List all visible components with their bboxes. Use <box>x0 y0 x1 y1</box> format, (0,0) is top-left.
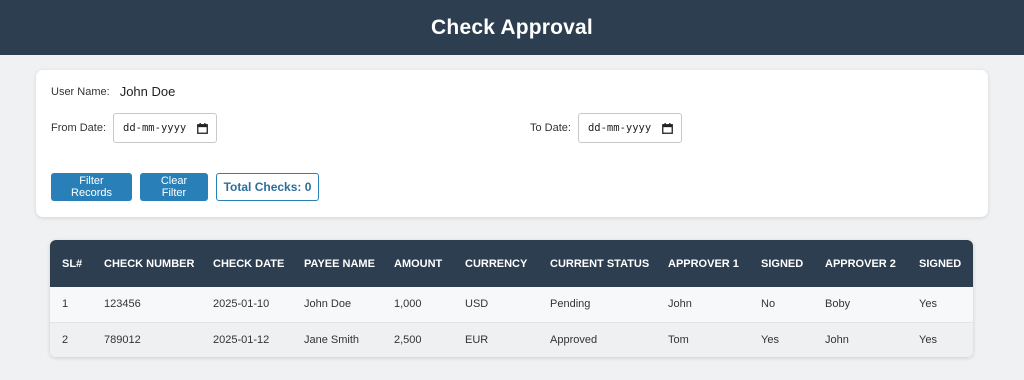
page-title: Check Approval <box>431 15 593 39</box>
table-row[interactable]: 2 789012 2025-01-12 Jane Smith 2,500 EUR… <box>50 322 973 357</box>
to-date-placeholder: dd-mm-yyyy <box>587 122 652 134</box>
app-header: Check Approval <box>0 0 1024 55</box>
cell-signed-1: No <box>749 287 813 323</box>
from-date-placeholder: dd-mm-yyyy <box>123 122 187 134</box>
cell-sl: 1 <box>50 287 92 323</box>
cell-sl: 2 <box>62 333 69 346</box>
cell-amount: 1,000 <box>382 287 453 323</box>
cell-currency: EUR <box>465 333 489 346</box>
clear-filter-button[interactable]: Clear Filter <box>140 173 208 201</box>
user-name-value: John Doe <box>119 84 176 99</box>
checks-table: SL# CHECK NUMBER CHECK DATE PAYEE NAME A… <box>50 240 973 357</box>
table-header-row: SL# CHECK NUMBER CHECK DATE PAYEE NAME A… <box>50 240 973 287</box>
user-name-label: User Name: <box>51 85 110 98</box>
cell-current-status: Pending <box>538 287 656 323</box>
cell-approver-1: John <box>656 287 749 323</box>
column-header-currency: CURRENCY <box>465 257 528 270</box>
calendar-icon[interactable] <box>662 122 673 134</box>
user-info: User Name: John Doe <box>51 84 175 99</box>
column-header-signed-2: SIGNED <box>919 257 962 270</box>
cell-amount: 2,500 <box>394 333 422 346</box>
to-date-input[interactable]: dd-mm-yyyy <box>577 113 682 143</box>
cell-check-date: 2025-01-12 <box>213 333 270 346</box>
column-header-check-date: CHECK DATE <box>213 257 285 270</box>
cell-approver-1: Tom <box>668 333 689 346</box>
filter-actions: Filter Records Clear Filter Total Checks… <box>51 173 319 201</box>
cell-payee-name: Jane Smith <box>304 333 360 346</box>
column-header-approver-1: APPROVER 1 <box>668 257 739 270</box>
from-date-input[interactable]: dd-mm-yyyy <box>113 113 218 143</box>
cell-signed-2: Yes <box>907 287 973 323</box>
cell-payee-name: John Doe <box>292 287 382 323</box>
filter-records-button[interactable]: Filter Records <box>51 173 132 201</box>
from-date-group: From Date: dd-mm-yyyy <box>51 113 218 143</box>
column-header-signed-1: SIGNED <box>761 257 804 270</box>
to-date-label: To Date: <box>530 122 571 134</box>
cell-approver-2: John <box>825 333 849 346</box>
cell-signed-1: Yes <box>761 333 779 346</box>
column-header-current-status: CURRENT STATUS <box>550 257 650 270</box>
cell-check-date: 2025-01-10 <box>201 287 292 323</box>
column-header-approver-2: APPROVER 2 <box>825 257 896 270</box>
column-header-amount: AMOUNT <box>394 257 443 270</box>
to-date-group: To Date: dd-mm-yyyy <box>530 113 682 143</box>
column-header-check-number: CHECK NUMBER <box>104 257 195 270</box>
filter-panel: User Name: John Doe From Date: dd-mm-yyy… <box>36 70 988 217</box>
cell-current-status: Approved <box>550 333 598 346</box>
total-checks-badge: Total Checks: 0 <box>216 173 319 201</box>
cell-currency: USD <box>453 287 538 323</box>
cell-signed-2: Yes <box>919 333 937 346</box>
column-header-payee-name: PAYEE NAME <box>304 257 375 270</box>
checks-table-card: SL# CHECK NUMBER CHECK DATE PAYEE NAME A… <box>50 240 973 357</box>
cell-check-number: 123456 <box>92 287 201 323</box>
table-row[interactable]: 1 123456 2025-01-10 John Doe 1,000 USD P… <box>50 287 973 323</box>
cell-approver-2: Boby <box>813 287 907 323</box>
calendar-icon[interactable] <box>197 122 208 134</box>
column-header-sl: SL# <box>62 257 83 270</box>
from-date-label: From Date: <box>51 122 107 134</box>
cell-check-number: 789012 <box>104 333 141 346</box>
